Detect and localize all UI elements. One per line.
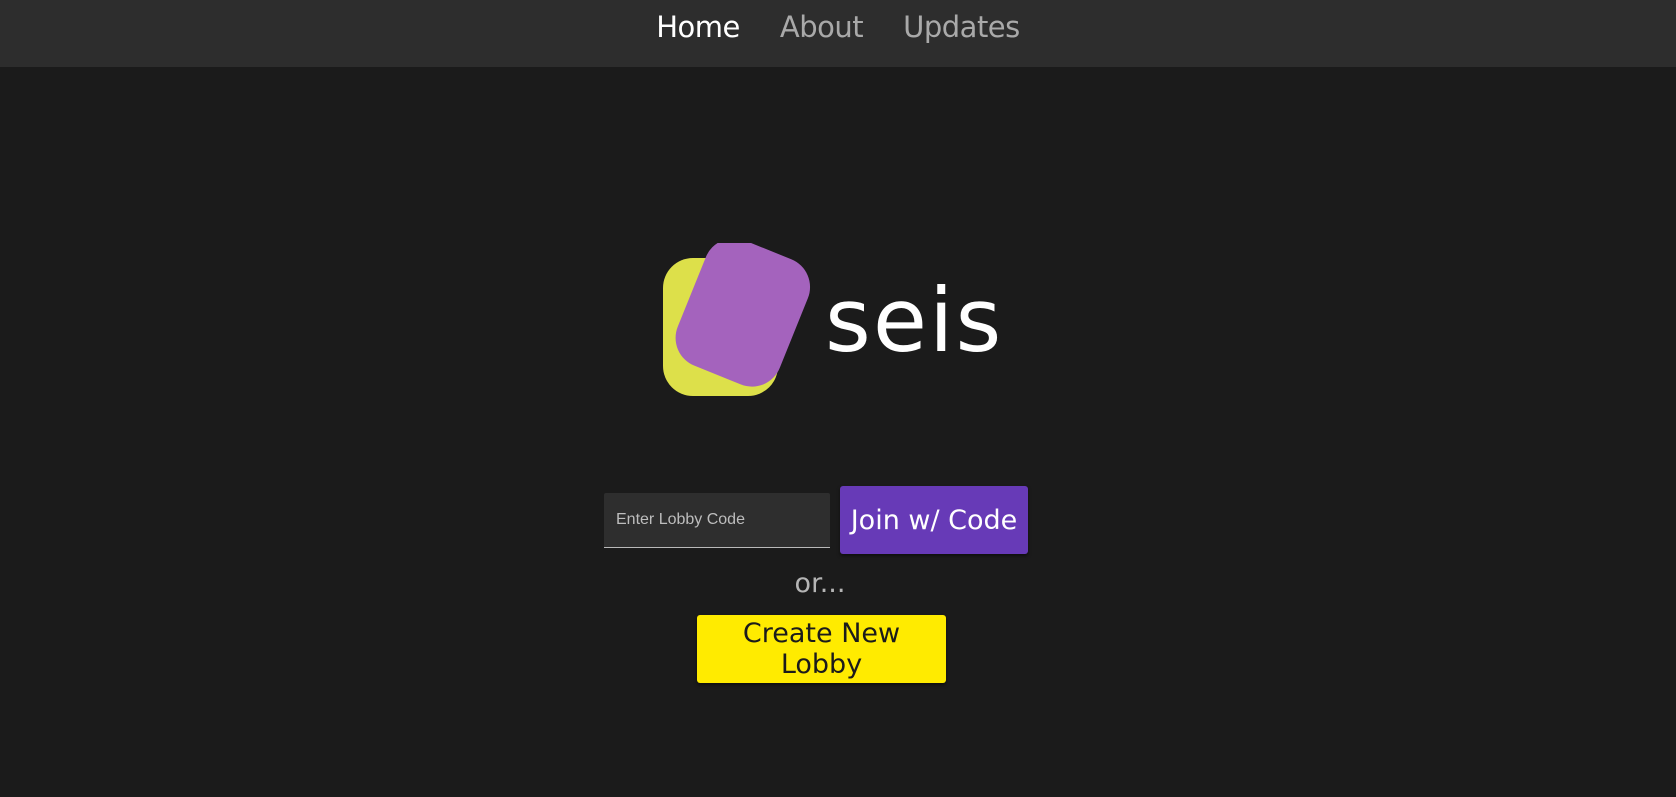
nav-about-link[interactable]: About [780, 10, 864, 44]
logo-cards-icon [663, 243, 811, 396]
join-with-code-button[interactable]: Join w/ Code [840, 486, 1028, 554]
lobby-code-input[interactable] [604, 492, 830, 548]
or-separator: or... [794, 568, 846, 599]
top-navbar: Home About Updates [0, 0, 1676, 67]
nav-updates-link[interactable]: Updates [903, 10, 1020, 44]
join-lobby-row: Join w/ Code [604, 486, 1028, 554]
nav-home-link[interactable]: Home [656, 10, 740, 44]
app-logo: seis [660, 243, 1001, 403]
create-new-lobby-button[interactable]: Create New Lobby [697, 615, 946, 683]
logo-wordmark: seis [825, 269, 1004, 372]
